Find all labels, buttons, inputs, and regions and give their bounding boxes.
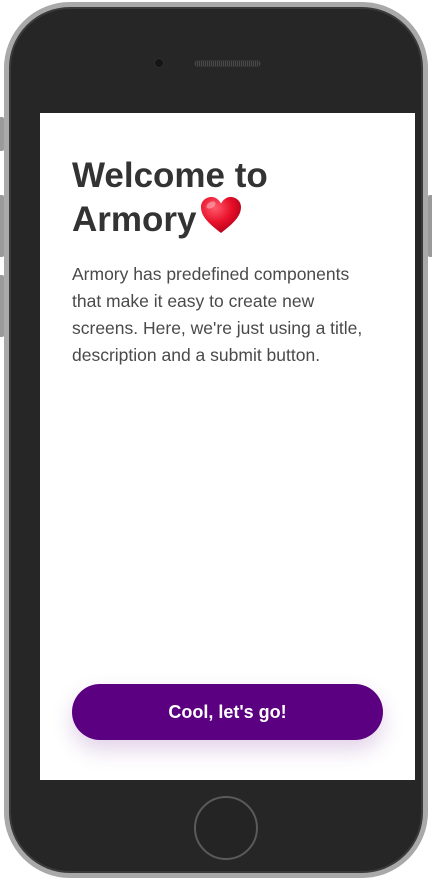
front-camera: [155, 59, 163, 67]
heart-icon: [200, 196, 242, 245]
app-screen: Welcome to Armory Armory has predefined …: [40, 113, 415, 780]
home-button[interactable]: [194, 796, 258, 860]
phone-frame: Welcome to Armory Armory has predefined …: [0, 2, 432, 878]
mute-switch: [0, 117, 4, 151]
volume-up-button: [0, 195, 4, 257]
volume-down-button: [0, 275, 4, 337]
earpiece-speaker: [194, 60, 261, 67]
power-button: [428, 195, 432, 257]
page-title: Welcome to Armory: [72, 155, 392, 245]
page-description: Armory has predefined components that ma…: [72, 264, 363, 365]
submit-button[interactable]: Cool, let's go!: [72, 684, 383, 740]
